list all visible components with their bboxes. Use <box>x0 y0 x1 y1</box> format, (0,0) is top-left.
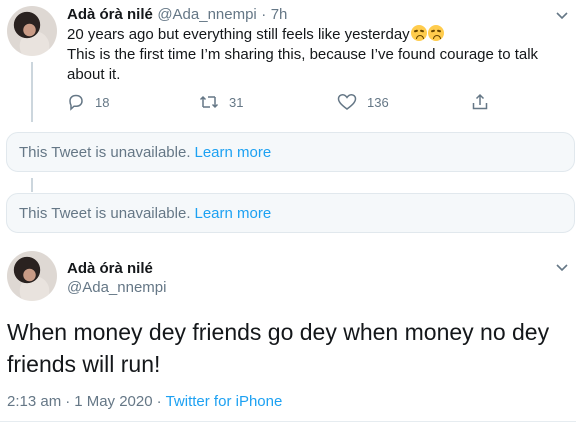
display-name[interactable]: Adà órà nilé <box>67 260 153 277</box>
unavailable-tweet: This Tweet is unavailable. Learn more <box>6 193 575 233</box>
tweet-source-link[interactable]: Twitter for iPhone <box>166 393 283 410</box>
tweet-text-line: friends will run! <box>7 351 161 377</box>
reply-icon <box>69 94 83 111</box>
unavailable-text: This Tweet is unavailable. <box>19 143 191 161</box>
retweet-button[interactable]: 31 <box>199 93 243 111</box>
learn-more-link[interactable]: Learn more <box>194 205 271 222</box>
tweet-text: 20 years ago but everything still feels … <box>67 25 538 85</box>
avatar[interactable] <box>7 6 57 56</box>
chevron-down-icon[interactable] <box>555 8 569 22</box>
like-button[interactable]: 136 <box>337 93 389 111</box>
tweet-text-line: about it. <box>67 66 121 83</box>
chevron-down-icon[interactable] <box>555 260 569 274</box>
heart-icon <box>337 93 357 110</box>
tweet-date[interactable]: 1 May 2020 <box>74 393 152 410</box>
divider <box>0 421 576 422</box>
disappointed-face-emoji <box>410 25 427 41</box>
user-handle[interactable]: @Ada_nnempi <box>157 6 256 23</box>
tweet-time[interactable]: 7h <box>271 6 288 23</box>
avatar[interactable] <box>7 251 57 301</box>
separator-dot: · <box>65 393 71 410</box>
share-button[interactable] <box>471 93 499 111</box>
tweet-text-line: This is the first time I’m sharing this,… <box>67 46 539 63</box>
tweet-time[interactable]: 2:13 am <box>7 393 61 410</box>
share-icon <box>472 93 488 110</box>
tweet-text-line: 20 years ago but everything still feels … <box>67 26 410 43</box>
tweet-text: When money dey friends go dey when money… <box>7 316 549 380</box>
thread-line <box>31 178 33 192</box>
user-handle[interactable]: @Ada_nnempi <box>67 279 166 296</box>
tweet-meta: 2:13 am · 1 May 2020 · Twitter for iPhon… <box>7 393 282 410</box>
reply-button[interactable]: 18 <box>67 93 109 111</box>
display-name[interactable]: Adà órà nilé <box>67 6 153 23</box>
separator-dot: · <box>156 393 162 410</box>
reply-count: 18 <box>95 94 110 110</box>
learn-more-link[interactable]: Learn more <box>194 144 271 161</box>
thread-line <box>31 62 33 122</box>
tweet-header: Adà órà nilé @Ada_nnempi · 7h <box>67 6 287 24</box>
tweet-text-line: When money dey friends go dey when money… <box>7 319 550 345</box>
unavailable-tweet: This Tweet is unavailable. Learn more <box>6 132 575 172</box>
unavailable-text: This Tweet is unavailable. <box>19 204 191 222</box>
retweet-icon <box>199 95 219 109</box>
like-count: 136 <box>367 94 389 110</box>
separator-dot: · <box>261 6 267 23</box>
disappointed-face-emoji <box>427 25 444 41</box>
retweet-count: 31 <box>229 94 244 110</box>
